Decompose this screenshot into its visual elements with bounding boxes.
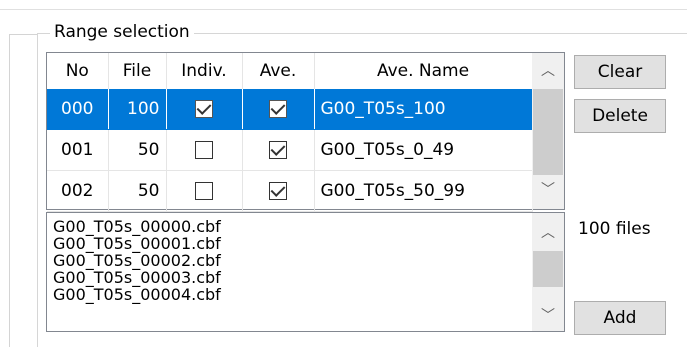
col-header-ave[interactable]: Ave. (242, 53, 315, 89)
indiv-checkbox[interactable] (195, 141, 213, 159)
chevron-up-icon[interactable]: ︿ (532, 62, 564, 80)
cell-ave-name[interactable]: G00_T05s_100 (314, 89, 533, 130)
cell-no: 002 (47, 170, 109, 212)
cell-ave[interactable] (242, 170, 315, 212)
ave-checkbox[interactable] (269, 141, 287, 159)
cell-file: 100 (108, 89, 167, 130)
col-header-no[interactable]: No (47, 53, 109, 89)
range-grid[interactable]: No File Indiv. Ave. Ave. Name 000 100 G00_… (46, 52, 565, 212)
cell-file: 50 (108, 170, 167, 212)
cell-indiv[interactable] (166, 170, 243, 212)
cell-ave-name[interactable]: G00_T05s_0_49 (314, 129, 533, 171)
clear-button[interactable]: Clear (574, 55, 666, 89)
cell-ave[interactable] (242, 129, 315, 171)
grid-row[interactable]: 002 50 G00_T05s_50_99 (47, 170, 533, 212)
file-list-item[interactable]: G00_T05s_00002.cbf (53, 252, 221, 269)
chevron-up-icon[interactable]: ︿ (532, 224, 564, 242)
cell-ave-name[interactable]: G00_T05s_50_99 (314, 170, 533, 212)
cell-no: 000 (47, 89, 109, 130)
file-list-item[interactable]: G00_T05s_00001.cbf (53, 235, 221, 252)
grid-scroll-thumb[interactable] (533, 89, 563, 175)
col-header-file[interactable]: File (108, 53, 167, 89)
cell-no: 001 (47, 129, 109, 171)
group-title: Range selection (50, 21, 194, 43)
cell-file: 50 (108, 129, 167, 171)
panel-top-line (0, 9, 687, 10)
cell-ave[interactable] (242, 89, 315, 130)
indiv-checkbox[interactable] (195, 100, 213, 118)
outer-frame-top (9, 34, 37, 35)
cell-indiv[interactable] (166, 89, 243, 130)
ave-checkbox[interactable] (269, 100, 287, 118)
cell-indiv[interactable] (166, 129, 243, 171)
file-list-scrollbar[interactable]: ︿ ﹀ (532, 213, 564, 331)
file-list[interactable]: G00_T05s_00000.cbf G00_T05s_00001.cbf G00_… (46, 212, 565, 332)
grid-row[interactable]: 001 50 G00_T05s_0_49 (47, 129, 533, 171)
ave-checkbox[interactable] (269, 182, 287, 200)
file-list-item[interactable]: G00_T05s_00004.cbf (53, 286, 221, 303)
indiv-checkbox[interactable] (195, 182, 213, 200)
file-scroll-thumb[interactable] (533, 251, 563, 287)
grid-header-row: No File Indiv. Ave. Ave. Name (47, 53, 533, 89)
chevron-down-icon[interactable]: ﹀ (532, 307, 564, 325)
grid-scrollbar[interactable]: ︿ ﹀ (532, 53, 564, 209)
col-header-indiv[interactable]: Indiv. (166, 53, 243, 89)
file-list-item[interactable]: G00_T05s_00003.cbf (53, 269, 221, 286)
col-header-ave-name[interactable]: Ave. Name (314, 53, 533, 89)
file-list-item[interactable]: G00_T05s_00000.cbf (53, 218, 221, 235)
delete-button[interactable]: Delete (574, 99, 666, 133)
grid-row[interactable]: 000 100 G00_T05s_100 (47, 89, 533, 130)
add-button[interactable]: Add (574, 301, 666, 335)
range-table: No File Indiv. Ave. Ave. Name 000 100 G00_… (47, 53, 533, 212)
file-count-label: 100 files (578, 219, 651, 239)
outer-frame-line (9, 34, 10, 347)
chevron-down-icon[interactable]: ﹀ (532, 181, 564, 199)
